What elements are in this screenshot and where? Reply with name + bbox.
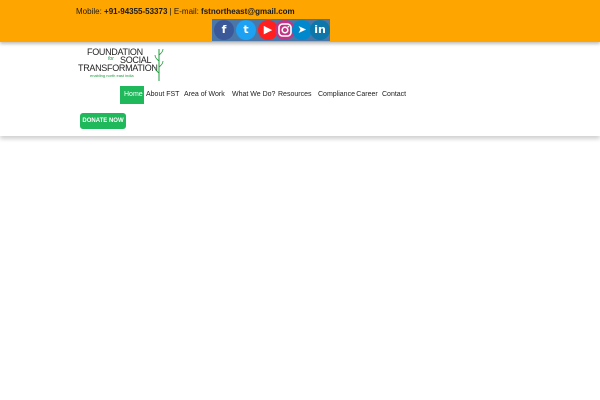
logo-tagline: enabling north east india [90, 73, 134, 78]
nav-about-fst[interactable]: About FST [146, 86, 179, 104]
mobile-number[interactable]: +91-94355-53373 [104, 7, 167, 16]
telegram-icon[interactable]: ➤ [292, 20, 312, 40]
email-link[interactable]: fstnortheast@gmail.com [201, 7, 295, 16]
facebook-icon[interactable]: f [214, 20, 234, 40]
nav-career[interactable]: Career [356, 86, 378, 104]
email-label: | E-mail: [167, 7, 202, 16]
nav-resources[interactable]: Resources [278, 86, 311, 104]
top-contact-bar: Mobile: +91-94355-53373 | E-mail: fstnor… [0, 0, 600, 42]
logo-for: for [108, 56, 114, 62]
site-logo[interactable]: FOUNDATION for SOCIAL TRANSFORMATION ena… [78, 47, 164, 83]
linkedin-icon[interactable]: in [310, 20, 330, 40]
nav-compliance[interactable]: Compliance [318, 86, 355, 104]
nav-area-of-work[interactable]: Area of Work [184, 86, 225, 104]
plant-icon [154, 48, 164, 81]
mobile-label: Mobile: [76, 7, 105, 16]
nav-contact[interactable]: Contact [382, 86, 406, 104]
donate-button[interactable]: DONATE NOW [80, 113, 126, 129]
twitter-icon[interactable]: t [236, 20, 256, 40]
site-header: FOUNDATION for SOCIAL TRANSFORMATION ena… [0, 42, 600, 136]
logo-line-3: TRANSFORMATION [78, 63, 158, 73]
nav-what-we-do[interactable]: What We Do? [232, 86, 275, 104]
nav-home[interactable]: Home [120, 86, 144, 104]
page-body [0, 136, 600, 400]
contact-info: Mobile: +91-94355-53373 | E-mail: fstnor… [76, 7, 295, 16]
social-links: f t ▶ ➤ in [212, 19, 330, 41]
